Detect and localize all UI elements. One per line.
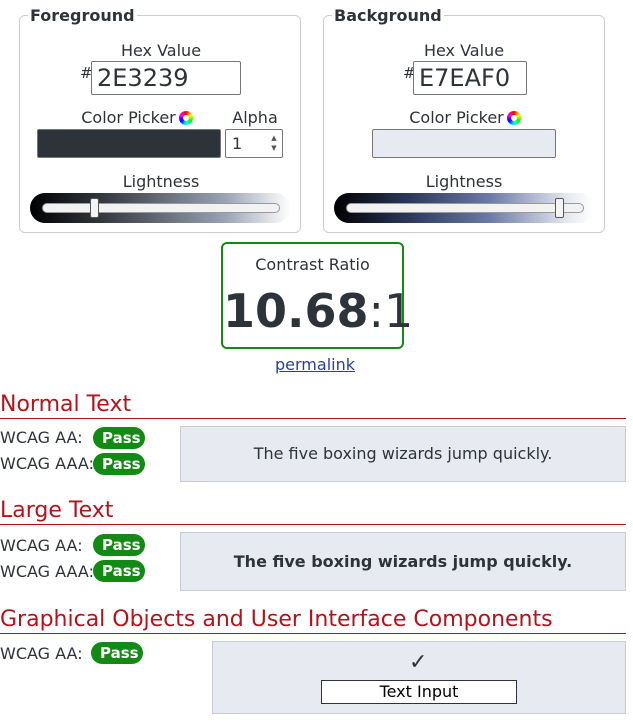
background-legend: Background <box>332 6 444 25</box>
foreground-color-picker[interactable] <box>37 129 221 158</box>
background-panel: Background Hex Value # E7EAF0 Color Pick… <box>323 7 605 233</box>
large-text-aa-label: WCAG AA: <box>0 536 83 555</box>
checkmark-icon: ✓ <box>409 650 428 675</box>
background-hex-label: Hex Value <box>423 41 505 60</box>
large-text-aa-badge: Pass <box>93 534 145 556</box>
background-color-picker[interactable] <box>372 129 556 158</box>
foreground-alpha-label: Alpha <box>232 108 278 127</box>
contrast-ratio-value: 10.68:1 <box>223 282 413 340</box>
foreground-lightness-slider[interactable] <box>42 203 280 213</box>
foreground-hex-label: Hex Value <box>120 41 202 60</box>
background-color-picker-text: Color Picker <box>409 108 504 127</box>
foreground-alpha-input[interactable]: 1 ▲ ▼ <box>225 129 283 158</box>
background-color-picker-label: Color Picker <box>400 108 530 128</box>
large-text-sample: The five boxing wizards jump quickly. <box>233 552 573 571</box>
large-text-preview: The five boxing wizards jump quickly. <box>180 532 626 591</box>
foreground-legend: Foreground <box>28 6 137 25</box>
contrast-ratio-suffix: 1 <box>384 284 414 338</box>
color-wheel-icon <box>506 111 521 125</box>
graphical-aa-badge: Pass <box>91 642 143 664</box>
large-text-heading: Large Text <box>0 498 626 525</box>
large-text-aaa-badge: Pass <box>93 560 145 582</box>
background-lightness-label: Lightness <box>425 172 503 191</box>
foreground-lightness-thumb[interactable] <box>90 198 99 218</box>
permalink-link[interactable]: permalink <box>275 355 355 374</box>
graphical-preview: ✓ Text Input <box>212 641 626 714</box>
normal-text-preview: The five boxing wizards jump quickly. <box>180 426 626 482</box>
background-lightness-slider[interactable] <box>346 203 584 213</box>
graphical-objects-heading: Graphical Objects and User Interface Com… <box>0 607 626 634</box>
large-text-aaa-label: WCAG AAA: <box>0 562 94 581</box>
contrast-ratio-label: Contrast Ratio <box>255 255 370 274</box>
color-wheel-icon <box>178 111 193 125</box>
sample-text-input[interactable]: Text Input <box>321 680 517 704</box>
foreground-color-picker-text: Color Picker <box>81 108 176 127</box>
contrast-ratio-box: Contrast Ratio 10.68:1 <box>221 242 413 349</box>
normal-text-heading: Normal Text <box>0 392 626 419</box>
foreground-hex-input[interactable]: 2E3239 <box>91 61 241 95</box>
graphical-aa-label: WCAG AA: <box>0 644 83 663</box>
foreground-panel: Foreground Hex Value # 2E3239 Color Pick… <box>19 7 301 233</box>
alpha-spinner-icon[interactable]: ▲ ▼ <box>269 133 279 154</box>
foreground-color-picker-label: Color Picker <box>72 108 202 128</box>
background-lightness-thumb[interactable] <box>555 198 564 218</box>
contrast-ratio-number: 10.68 <box>223 284 369 338</box>
normal-text-aaa-label: WCAG AAA: <box>0 454 94 473</box>
contrast-ratio-separator: : <box>368 284 385 338</box>
normal-text-sample: The five boxing wizards jump quickly. <box>253 444 553 463</box>
normal-text-aaa-badge: Pass <box>93 453 145 475</box>
normal-text-aa-badge: Pass <box>93 427 145 449</box>
foreground-lightness-label: Lightness <box>122 172 200 191</box>
foreground-alpha-value: 1 <box>232 134 243 153</box>
background-hex-input[interactable]: E7EAF0 <box>413 61 527 95</box>
normal-text-aa-label: WCAG AA: <box>0 428 83 447</box>
